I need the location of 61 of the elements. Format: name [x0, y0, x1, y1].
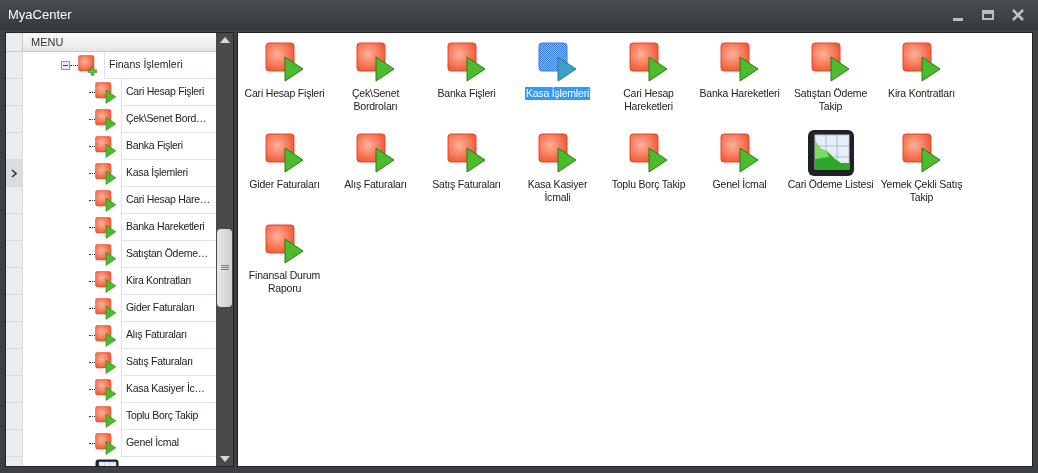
item-label: Toplu Borç Takip [610, 178, 687, 191]
item-label: Kira Kontratları [887, 87, 956, 100]
item-label: Finansal Durum Raporu [247, 269, 322, 295]
form-play-icon [95, 81, 117, 104]
form-play-icon [95, 324, 117, 347]
item-label: Banka Hareketleri [698, 87, 781, 100]
form-play-icon [95, 432, 117, 455]
column-header: MENU [23, 33, 216, 51]
form-play-icon [95, 270, 117, 293]
folder-form-icon [78, 54, 100, 77]
launcher-item[interactable]: Toplu Borç Takip [603, 133, 694, 224]
item-label: Kasa Kasiyer İcmali [526, 178, 589, 204]
launcher-item[interactable]: Alış Faturaları [330, 133, 421, 224]
item-label: Yemek Çekli Satış Takip [879, 178, 964, 204]
form-play-icon [95, 243, 117, 266]
form-play-icon [95, 378, 117, 401]
launcher-item[interactable]: Gider Faturaları [239, 133, 330, 224]
launcher-item[interactable]: Kira Kontratları [876, 42, 967, 133]
item-label: Satış Faturaları [431, 178, 502, 191]
row-selector[interactable] [6, 160, 23, 187]
form-play-icon [95, 216, 117, 239]
launcher-item[interactable]: Çek\Senet Bordroları [330, 42, 421, 133]
launcher-item[interactable]: Cari Hesap Hareketleri [603, 42, 694, 133]
launcher-item[interactable]: Satış Faturaları [421, 133, 512, 224]
launcher-item[interactable]: Banka Hareketleri [694, 42, 785, 133]
form-play-icon [95, 189, 117, 212]
form-play-icon [95, 162, 117, 185]
scroll-thumb[interactable] [217, 229, 232, 307]
chart-icon [806, 129, 855, 177]
close-icon [1012, 9, 1024, 21]
launcher-item[interactable]: Yemek Çekli Satış Takip [876, 133, 967, 224]
item-label: Satıştan Ödeme Takip [792, 87, 869, 113]
launcher-item[interactable]: Genel İcmal [694, 133, 785, 224]
form-play-icon [95, 351, 117, 374]
launcher-item[interactable]: Satıştan Ödeme Takip [785, 42, 876, 133]
item-label: Kasa İşlemleri [524, 87, 591, 100]
item-label: Cari Hesap Hareketleri [622, 87, 675, 113]
launcher-item[interactable]: Kasa Kasiyer İcmali [512, 133, 603, 224]
minimize-icon [953, 18, 963, 21]
item-label: Çek\Senet Bordroları [350, 87, 401, 113]
form-play-icon [95, 405, 117, 428]
form-play-icon [95, 135, 117, 158]
row-pointer-icon [11, 168, 17, 178]
window-title: MyaCenter [8, 6, 72, 25]
form-play-icon [95, 297, 117, 320]
form-play-icon [95, 108, 117, 131]
scroll-up-icon[interactable] [219, 37, 230, 43]
item-label: Alış Faturaları [343, 178, 408, 191]
scroll-down-icon[interactable] [219, 456, 230, 462]
launcher-item[interactable]: Banka Fişleri [421, 42, 512, 133]
item-label: Banka Fişleri [436, 87, 497, 100]
scrollbar[interactable] [216, 33, 233, 466]
item-label: Cari Ödeme Listesi [786, 178, 875, 191]
item-label: Cari Hesap Fişleri [243, 87, 326, 100]
launcher-item[interactable]: Cari Ödeme Listesi [785, 133, 876, 224]
maximize-icon [982, 10, 994, 20]
item-label: Gider Faturaları [248, 178, 321, 191]
launcher-item[interactable]: Finansal Durum Raporu [239, 224, 330, 315]
collapse-icon[interactable] [61, 61, 70, 70]
launcher-item[interactable]: Cari Hesap Fişleri [239, 42, 330, 133]
item-label: Genel İcmal [711, 178, 768, 191]
